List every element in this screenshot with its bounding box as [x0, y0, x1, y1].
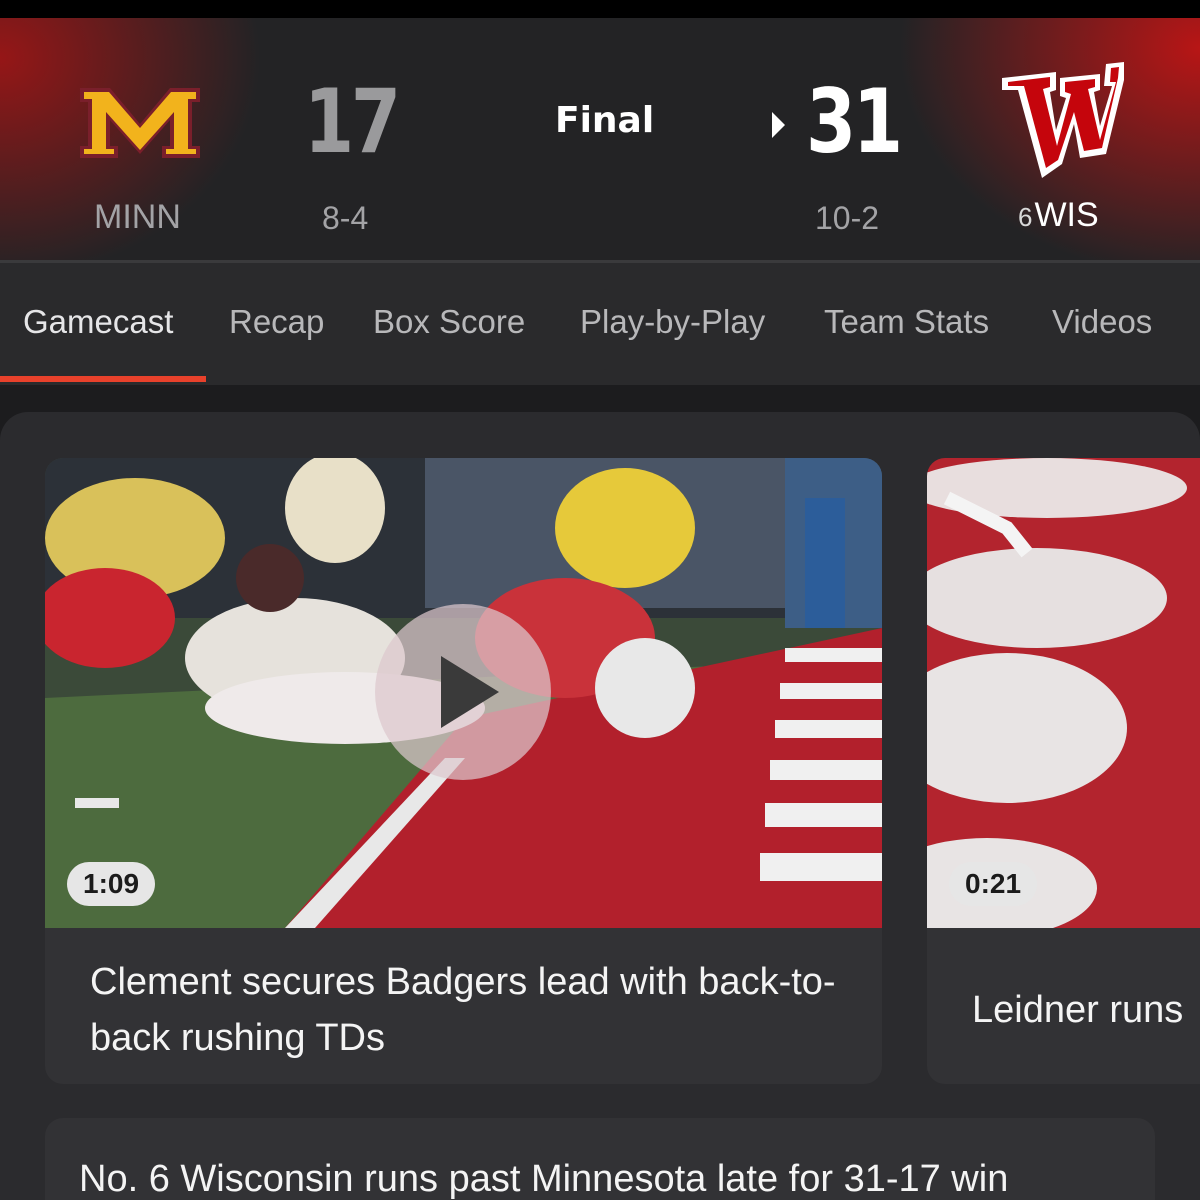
- story-card[interactable]: No. 6 Wisconsin runs past Minnesota late…: [45, 1118, 1155, 1200]
- home-team-rank: 6: [1018, 202, 1033, 232]
- video-thumbnail[interactable]: 0:21: [927, 458, 1200, 928]
- game-status: Final: [555, 100, 655, 141]
- video-card[interactable]: 1:09 Clement secures Badgers lead with b…: [45, 458, 882, 1084]
- home-team-record: 10-2: [815, 200, 880, 236]
- story-headline[interactable]: No. 6 Wisconsin runs past Minnesota late…: [79, 1158, 1008, 1200]
- tab-team-stats[interactable]: Team Stats: [824, 303, 989, 341]
- video-title[interactable]: Leidner runs: [972, 982, 1200, 1038]
- away-team-record: 8-4: [322, 200, 369, 236]
- tab-videos[interactable]: Videos: [1052, 303, 1152, 341]
- video-card[interactable]: 0:21 Leidner runs: [927, 458, 1200, 1084]
- video-duration-badge: 1:09: [67, 862, 156, 906]
- active-tab-indicator: [0, 376, 206, 382]
- video-title[interactable]: Clement secures Badgers lead with back-t…: [90, 954, 850, 1066]
- video-duration-badge: 0:21: [949, 862, 1038, 906]
- winner-arrow-icon: [772, 112, 785, 138]
- home-team-score: 31: [806, 70, 903, 173]
- tab-recap[interactable]: Recap: [229, 303, 324, 341]
- away-team-score: 17: [304, 70, 401, 173]
- video-thumbnail[interactable]: 1:09: [45, 458, 882, 928]
- away-team-abbr[interactable]: MINN: [94, 198, 181, 237]
- play-icon: [441, 656, 499, 728]
- status-bar: [0, 0, 1200, 18]
- tab-play-by-play[interactable]: Play-by-Play: [580, 303, 765, 341]
- tab-gamecast[interactable]: Gamecast: [23, 303, 173, 341]
- tab-bar: Gamecast Recap Box Score Play-by-Play Te…: [0, 263, 1200, 385]
- wisconsin-w-logo: [1002, 62, 1124, 178]
- home-team-abbr[interactable]: 6WIS: [1018, 196, 1099, 235]
- play-button[interactable]: [375, 604, 551, 780]
- home-team-abbr-text: WIS: [1034, 196, 1099, 234]
- tab-box-score[interactable]: Box Score: [373, 303, 525, 341]
- minnesota-m-logo: [80, 88, 200, 158]
